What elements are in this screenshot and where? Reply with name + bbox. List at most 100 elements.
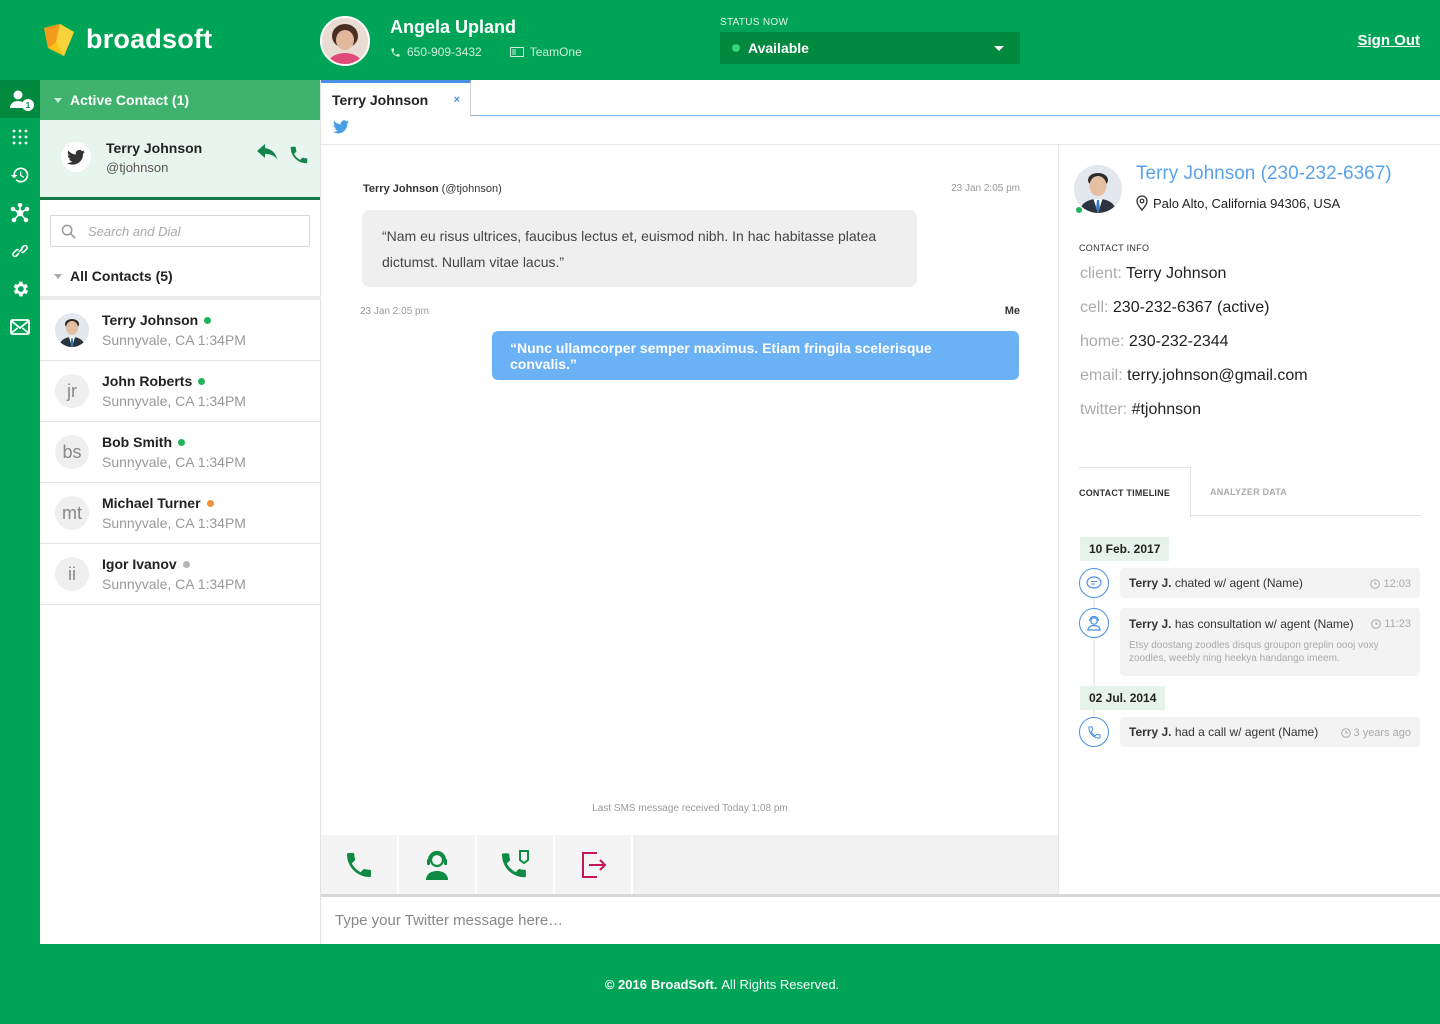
end-chat-button[interactable] — [555, 835, 633, 895]
footer: © 2016 BroadSoft. All Rights Reserved. — [0, 944, 1440, 1024]
contact-row-terry-johnson[interactable]: Terry Johnson Sunnyvale, CA 1:34PM — [40, 300, 321, 361]
rail-mail[interactable] — [0, 308, 40, 346]
rail-link[interactable] — [0, 232, 40, 270]
transfer-call-button[interactable] — [477, 835, 555, 895]
tab-terry-johnson[interactable]: Terry Johnson × — [321, 80, 471, 117]
timeline-date: 02 Jul. 2014 — [1080, 686, 1166, 710]
search-dial-box[interactable] — [50, 215, 310, 247]
channel-bar — [321, 116, 1440, 145]
timeline-event[interactable]: Terry J. chated w/ agent (Name) 12:03 — [1120, 568, 1420, 598]
collapse-icon — [54, 273, 62, 279]
collapse-icon — [54, 97, 62, 103]
contact-name: Michael Turner — [102, 495, 214, 511]
active-contact-card[interactable]: Terry Johnson @tjohnson — [40, 120, 320, 200]
close-icon[interactable]: × — [454, 94, 460, 106]
contact-row-bob-smith[interactable]: bs Bob Smith Sunnyvale, CA 1:34PM — [40, 422, 321, 483]
consult-button[interactable] — [399, 835, 477, 895]
location-text: Palo Alto, California 94306, USA — [1153, 195, 1341, 211]
contact-row-john-roberts[interactable]: jr John Roberts Sunnyvale, CA 1:34PM — [40, 361, 321, 422]
info-client: client: Terry Johnson — [1080, 265, 1308, 299]
team-icon — [509, 47, 524, 57]
event-time-text: 3 years ago — [1353, 727, 1411, 739]
twitter-icon[interactable] — [333, 120, 349, 134]
rights-text: All Rights Reserved. — [721, 976, 840, 992]
agent-name: Angela Upland — [390, 17, 517, 37]
contacts-panel: Active Contact (1) Terry Johnson @tjohns… — [40, 80, 321, 944]
rail-network[interactable] — [0, 194, 40, 232]
event-text: had a call w/ agent (Name) — [1174, 725, 1319, 739]
event-actor: Terry J. — [1129, 617, 1172, 631]
message-compose[interactable] — [321, 894, 1440, 944]
phone-transfer-icon — [502, 850, 529, 878]
timeline-event[interactable]: Terry J. had a call w/ agent (Name) 3 ye… — [1120, 717, 1420, 747]
company-name: BroadSoft. — [650, 976, 718, 992]
rail-contacts[interactable]: 1 — [0, 80, 40, 118]
online-indicator — [1075, 206, 1083, 214]
info-value: 230-232-6367 (active) — [1112, 299, 1270, 316]
avatar: ii — [55, 557, 89, 591]
reply-icon[interactable] — [256, 144, 280, 164]
agent-headset-icon — [426, 850, 448, 880]
info-cell: cell: 230-232-6367 (active) — [1080, 299, 1308, 333]
status-dot — [732, 44, 740, 52]
message-input[interactable] — [335, 912, 1235, 929]
tab-label: Terry Johnson — [332, 92, 429, 108]
avatar: bs — [55, 435, 89, 469]
info-value: Terry Johnson — [1125, 265, 1227, 282]
avatar: mt — [55, 496, 89, 530]
agent-avatar[interactable] — [320, 16, 370, 66]
info-key: email: — [1080, 367, 1123, 384]
agent-team: TeamOne — [529, 45, 582, 59]
call-icon[interactable] — [288, 144, 310, 166]
mail-icon — [10, 319, 30, 335]
chevron-down-icon — [994, 46, 1004, 51]
brand-name: broadsoft — [86, 23, 213, 54]
active-contact-title: Active Contact (1) — [70, 92, 190, 108]
agent-phone: 650-909-3432 — [407, 45, 482, 59]
copyright-year: © 2016 — [604, 976, 647, 992]
contact-name-text: Terry Johnson — [102, 312, 199, 328]
event-text: chated w/ agent (Name) — [1174, 576, 1303, 590]
contact-name: Igor Ivanov — [102, 556, 190, 572]
contact-row-igor-ivanov[interactable]: ii Igor Ivanov Sunnyvale, CA 1:34PM — [40, 544, 321, 605]
status-dropdown[interactable]: Available — [720, 32, 1020, 64]
info-home: home: 230-232-2344 — [1080, 333, 1308, 367]
contact-name: Terry Johnson — [102, 312, 212, 328]
rail-history[interactable] — [0, 156, 40, 194]
presence-dot — [206, 499, 214, 507]
sign-out-link[interactable]: Sign Out — [1358, 32, 1421, 49]
info-key: twitter: — [1080, 401, 1128, 418]
info-key: cell: — [1080, 299, 1109, 316]
call-history-icon — [1079, 717, 1109, 747]
rail-settings[interactable] — [0, 270, 40, 308]
all-contacts-header[interactable]: All Contacts (5) — [54, 268, 173, 284]
contact-location: Sunnyvale, CA 1:34PM — [102, 515, 246, 531]
avatar — [55, 313, 89, 347]
contact-name-text: Michael Turner — [102, 495, 201, 511]
call-button[interactable] — [321, 835, 399, 895]
info-twitter: twitter: #tjohnson — [1080, 401, 1308, 435]
contact-location: Sunnyvale, CA 1:34PM — [102, 393, 246, 409]
event-actor: Terry J. — [1129, 725, 1172, 739]
timeline-event[interactable]: Terry J. has consultation w/ agent (Name… — [1120, 608, 1420, 676]
contact-title[interactable]: Terry Johnson (230-232-6367) — [1136, 163, 1392, 185]
contact-name-text: Igor Ivanov — [102, 556, 177, 572]
contact-location: Sunnyvale, CA 1:34PM — [102, 576, 246, 592]
all-contacts-title: All Contacts (5) — [70, 268, 173, 284]
app-header: broadsoft Angela Upland 650-909-3432 Tea… — [0, 0, 1440, 80]
outgoing-time: 23 Jan 2:05 pm — [360, 306, 429, 317]
contact-row-michael-turner[interactable]: mt Michael Turner Sunnyvale, CA 1:34PM — [40, 483, 321, 544]
presence-dot — [178, 438, 185, 446]
search-input[interactable] — [88, 223, 288, 239]
clock-icon — [1371, 619, 1382, 629]
main-panel: Terry Johnson × Terry Johnson (@tjohnson… — [321, 80, 1440, 944]
tab-analyzer-data[interactable]: ANALYZER DATA — [1210, 467, 1287, 516]
contact-location: Sunnyvale, CA 1:34PM — [102, 454, 246, 470]
active-contact-name: Terry Johnson — [106, 140, 203, 156]
active-contact-header[interactable]: Active Contact (1) — [40, 80, 320, 120]
rail-dialpad[interactable] — [0, 118, 40, 156]
contact-details: Terry Johnson (230-232-6367) Palo Alto, … — [1060, 145, 1440, 896]
timeline-date: 10 Feb. 2017 — [1080, 537, 1170, 561]
broadsoft-logo[interactable]: broadsoft — [40, 20, 212, 58]
tab-contact-timeline[interactable]: CONTACT TIMELINE — [1079, 467, 1191, 517]
